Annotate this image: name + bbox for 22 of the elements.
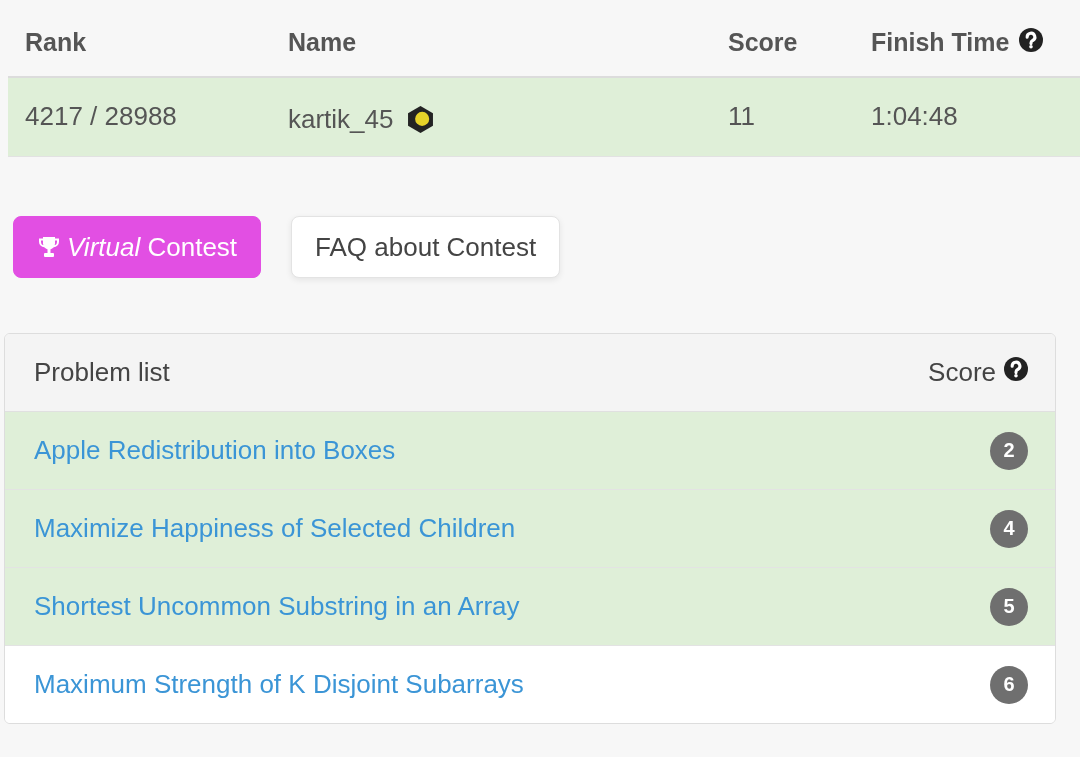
faq-button[interactable]: FAQ about Contest [291,216,561,278]
column-header: Finish Time [871,27,1010,57]
score-badge: 5 [990,587,1028,626]
table-cell-text: 4217 / 28988 [24,100,178,133]
problem-link[interactable]: Apple Redistribution into Boxes [34,435,396,466]
problem-link[interactable]: Maximum Strength of K Disjoint Subarrays [34,669,524,700]
table-cell-text: 11 [727,100,756,133]
panel-title: Problem list [34,357,170,388]
score-badge: 6 [990,665,1028,704]
score-label: Score [928,357,996,388]
trophy-icon [37,235,61,259]
virtual-contest-button[interactable]: Virtual Contest [13,216,262,278]
hexagon-badge-icon [407,105,433,133]
user-name: kartik_45 [288,103,394,135]
column-header: Rank [25,27,87,57]
column-header: Name [288,27,357,57]
score-badge: 2 [990,431,1028,470]
score-badge: 4 [990,509,1028,548]
table-cell-text: 1:04:48 [870,100,959,133]
problem-link[interactable]: Shortest Uncommon Substring in an Array [34,591,520,622]
problem-link[interactable]: Maximize Happiness of Selected Children [34,513,516,544]
column-header: Score [728,27,798,57]
